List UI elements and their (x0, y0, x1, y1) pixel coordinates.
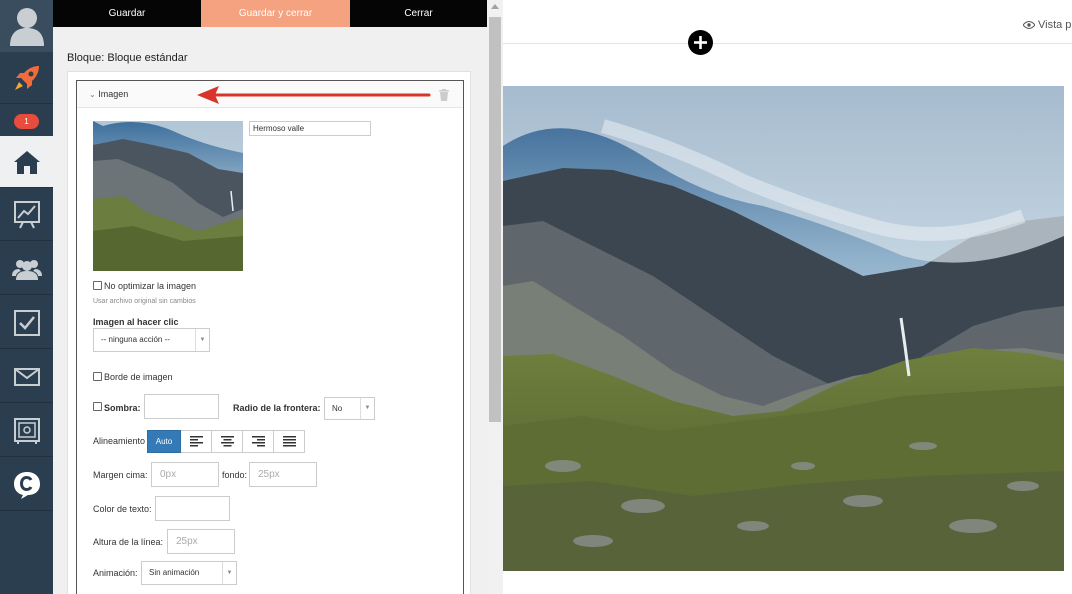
save-and-close-button[interactable]: Guardar y cerrar (201, 0, 350, 27)
nav-item-stats[interactable] (0, 189, 53, 241)
mountain-landscape-image (93, 121, 243, 271)
chevron-down-icon: ⌄ (89, 90, 96, 99)
nav-item-tasks[interactable] (0, 297, 53, 349)
shadow-input[interactable] (144, 394, 219, 419)
align-center-icon (220, 436, 234, 447)
caret-down-icon: ▼ (195, 329, 209, 351)
close-button[interactable]: Cerrar (350, 0, 487, 27)
caret-down-icon: ▼ (222, 562, 236, 584)
scroll-up-icon[interactable] (491, 4, 499, 9)
nav-item-mail[interactable] (0, 351, 53, 403)
user-avatar[interactable] (0, 0, 53, 52)
line-height-input[interactable]: 25px (167, 529, 235, 554)
editor-toolbar: Guardar Guardar y cerrar Cerrar (53, 0, 487, 27)
border-radius-value: No (332, 404, 343, 413)
click-action-value: -- ninguna acción -- (101, 335, 170, 344)
align-justify-icon (282, 436, 296, 447)
animation-select[interactable]: Sin animación ▼ (141, 561, 237, 585)
rocket-icon (14, 65, 39, 90)
margin-bottom-label: fondo: (222, 470, 248, 480)
text-color-input[interactable] (155, 496, 230, 521)
block-title: Bloque: Bloque estándar (67, 52, 188, 64)
nav-item-launch[interactable] (0, 52, 53, 104)
no-optimize-label: No optimizar la imagen (104, 281, 197, 291)
animation-value: Sin animación (149, 568, 200, 577)
block-card: ⌄ Imagen Hermoso valle No optimizar la i… (67, 71, 471, 594)
safe-icon (13, 417, 40, 444)
home-icon (13, 150, 40, 174)
image-section: ⌄ Imagen Hermoso valle No optimizar la i… (76, 80, 464, 594)
line-height-label: Altura de la línea: (93, 537, 164, 547)
no-optimize-hint: Usar archivo original sin cambios (93, 298, 196, 305)
image-thumbnail[interactable] (93, 121, 243, 271)
preview-link[interactable]: Vista pr (1023, 19, 1072, 31)
mail-icon (13, 367, 40, 386)
nav-item-contacts[interactable] (0, 243, 53, 295)
no-optimize-checkbox[interactable] (93, 281, 102, 290)
chat-icon (13, 471, 40, 499)
nav-item-vault[interactable] (0, 405, 53, 457)
align-left-icon (189, 436, 203, 447)
users-icon (11, 259, 42, 280)
margin-top-input[interactable]: 0px (151, 462, 219, 487)
save-button[interactable]: Guardar (53, 0, 201, 27)
checkbox-icon (13, 309, 40, 336)
nav-item-home[interactable] (0, 136, 53, 188)
click-image-label: Imagen al hacer clic (93, 317, 179, 327)
margin-bottom-input[interactable]: 25px (249, 462, 317, 487)
align-center-button[interactable] (212, 430, 243, 453)
text-color-label: Color de texto: (93, 504, 152, 514)
image-border-checkbox[interactable] (93, 372, 102, 381)
left-nav: 1 (0, 0, 53, 594)
image-alt-input[interactable] (249, 121, 371, 136)
preview-divider (503, 43, 1072, 44)
alignment-group: Auto (147, 430, 305, 453)
panel-scrollbar[interactable] (487, 0, 503, 594)
shadow-checkbox[interactable] (93, 402, 102, 411)
scrollbar-thumb[interactable] (489, 17, 501, 422)
margin-top-label: Margen cima: (93, 470, 148, 480)
border-radius-select[interactable]: No ▼ (324, 397, 375, 420)
align-justify-button[interactable] (274, 430, 305, 453)
preview-area: Vista pr (503, 0, 1072, 594)
border-radius-label: Radio de la frontera: (233, 403, 321, 413)
section-title: Imagen (98, 89, 129, 99)
preview-label: Vista pr (1038, 19, 1072, 31)
avatar-icon (9, 8, 44, 46)
animation-label: Animación: (93, 568, 138, 578)
add-block-button[interactable] (688, 30, 713, 55)
preview-image[interactable] (503, 86, 1064, 571)
image-border-label: Borde de imagen (104, 372, 173, 382)
annotation-arrow (197, 86, 431, 104)
align-auto-button[interactable]: Auto (147, 430, 181, 453)
trash-icon[interactable] (439, 89, 449, 101)
mountain-valley-image (503, 86, 1064, 571)
align-right-button[interactable] (243, 430, 274, 453)
chart-icon (13, 200, 40, 228)
notification-badge[interactable]: 1 (14, 114, 39, 129)
eye-icon (1023, 21, 1035, 29)
align-left-button[interactable] (181, 430, 212, 453)
alignment-label: Alineamiento (93, 436, 146, 446)
editor-panel: Guardar Guardar y cerrar Cerrar Bloque: … (53, 0, 487, 594)
click-action-select[interactable]: -- ninguna acción -- ▼ (93, 328, 210, 352)
plus-icon (694, 36, 707, 49)
nav-item-chat[interactable] (0, 459, 53, 511)
align-right-icon (251, 436, 265, 447)
caret-down-icon: ▼ (360, 398, 374, 419)
shadow-label: Sombra: (104, 403, 141, 413)
